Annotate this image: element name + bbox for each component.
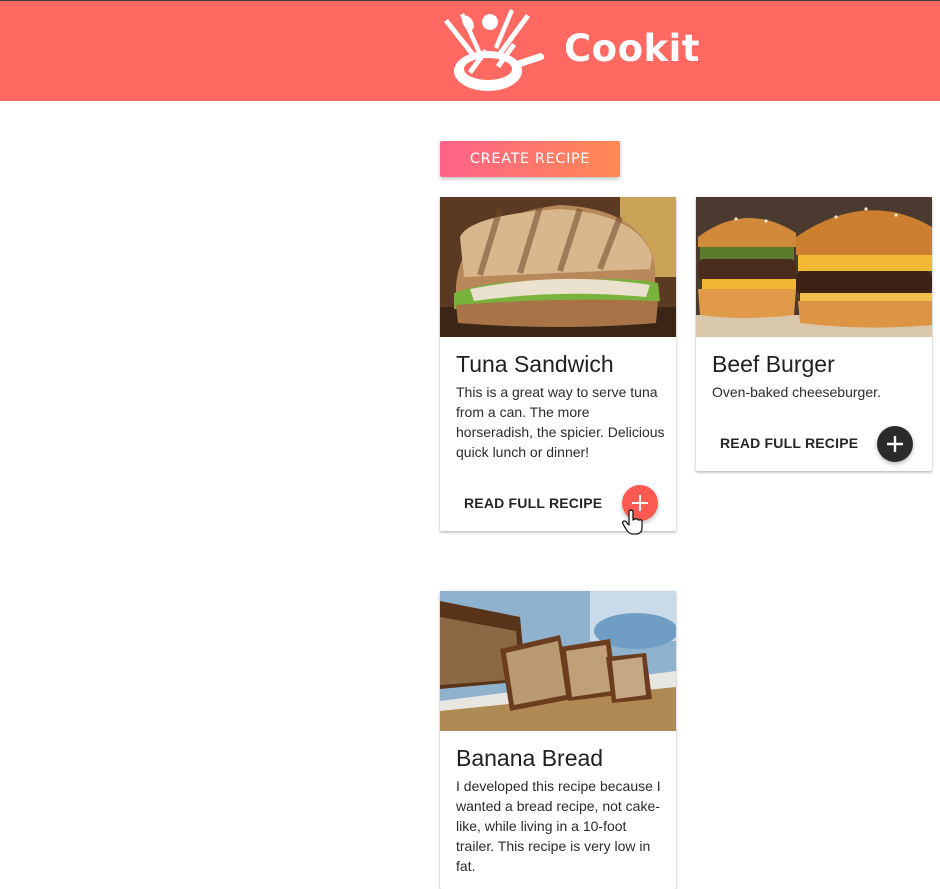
recipe-description: This is a great way to serve tuna from a… (456, 384, 665, 460)
recipe-image-tuna-sandwich (440, 197, 676, 337)
recipe-description: I developed this recipe because I wanted… (456, 778, 661, 874)
plus-icon (887, 436, 903, 452)
cookit-logo-icon (444, 9, 545, 91)
recipe-title: Banana Bread (456, 745, 604, 771)
app-brand-title: Cookit (564, 27, 700, 70)
app-header: Cookit (0, 1, 940, 101)
create-recipe-button[interactable]: CREATE RECIPE (440, 141, 620, 177)
add-recipe-fab[interactable] (877, 426, 913, 462)
recipe-description: Oven-baked cheeseburger. (712, 384, 881, 400)
recipe-card-banana-bread: Banana Bread I developed this recipe bec… (440, 591, 676, 889)
recipe-card-tuna-sandwich: Tuna Sandwich This is a great way to ser… (440, 197, 676, 531)
read-full-recipe-link[interactable]: READ FULL RECIPE (464, 495, 602, 511)
recipe-image-banana-bread (440, 591, 676, 731)
recipe-card-beef-burger: Beef Burger Oven-baked cheeseburger. REA… (696, 197, 932, 471)
recipe-title: Tuna Sandwich (456, 351, 614, 377)
read-full-recipe-link[interactable]: READ FULL RECIPE (720, 435, 858, 451)
recipe-image-beef-burger (696, 197, 932, 337)
add-recipe-fab[interactable] (622, 485, 658, 521)
recipe-title: Beef Burger (712, 351, 835, 377)
plus-icon (632, 495, 648, 511)
